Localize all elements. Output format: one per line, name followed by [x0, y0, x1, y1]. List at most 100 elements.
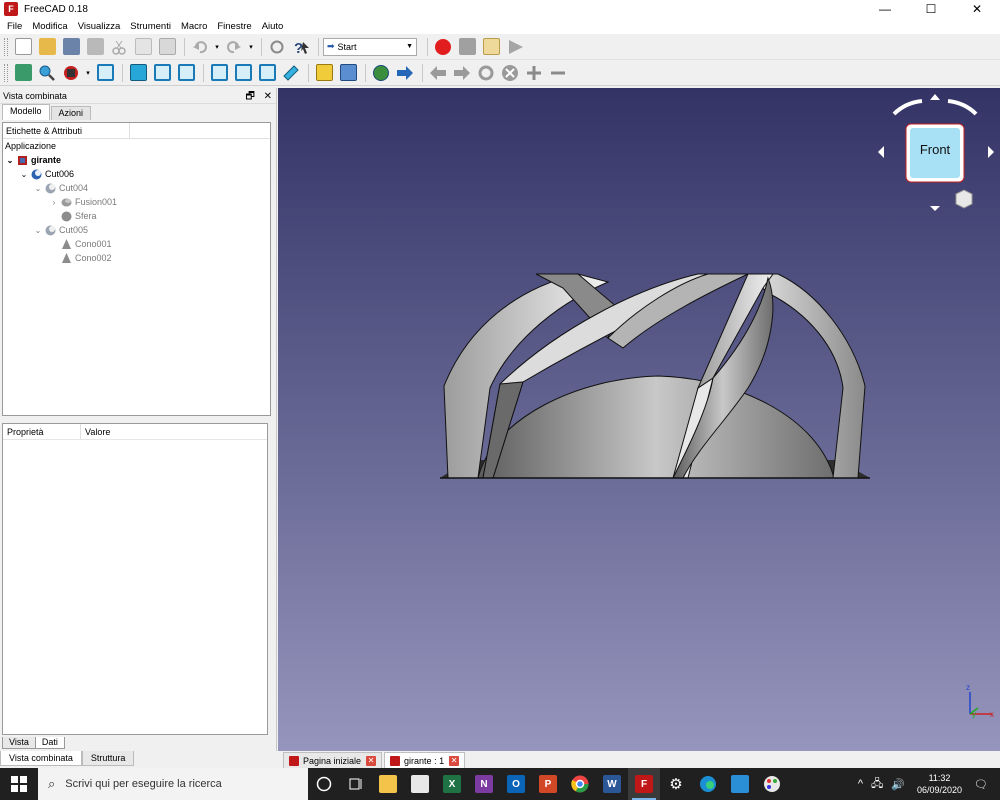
- volume-icon[interactable]: 🔊: [891, 778, 905, 791]
- top-view-icon[interactable]: [151, 62, 173, 84]
- redo-icon[interactable]: [223, 36, 245, 58]
- tray-chevron-up-icon[interactable]: ^: [858, 778, 863, 790]
- edit-macro-icon[interactable]: [480, 36, 502, 58]
- menu-finestre[interactable]: Finestre: [212, 21, 256, 32]
- bottom-view-icon[interactable]: [232, 62, 254, 84]
- right-view-icon[interactable]: [175, 62, 197, 84]
- network-icon[interactable]: 🖧: [871, 775, 883, 794]
- isometric-view-icon[interactable]: [94, 62, 116, 84]
- navicube-up-arrow-icon[interactable]: [930, 94, 940, 100]
- navicube-down-arrow-icon[interactable]: [930, 206, 940, 211]
- navicube-left-arrow-icon[interactable]: [878, 146, 884, 158]
- tab-vista-combinata[interactable]: Vista combinata: [0, 751, 82, 766]
- outlook-icon[interactable]: O: [500, 768, 532, 800]
- tree-item-girante[interactable]: ⌄ girante: [3, 153, 270, 167]
- web-back-icon[interactable]: [427, 62, 449, 84]
- cortana-icon[interactable]: [308, 768, 340, 800]
- web-home-icon[interactable]: [370, 62, 392, 84]
- tree-item-cono002[interactable]: Cono002: [3, 251, 270, 265]
- zoom-out-icon[interactable]: [547, 62, 569, 84]
- tree-item-cono001[interactable]: Cono001: [3, 237, 270, 251]
- navicube-face-front[interactable]: Front: [910, 142, 960, 157]
- tab-girante[interactable]: girante : 1 ✕: [384, 752, 466, 768]
- undo-icon[interactable]: [189, 36, 211, 58]
- web-refresh-icon[interactable]: [475, 62, 497, 84]
- onenote-icon[interactable]: N: [468, 768, 500, 800]
- tab-struttura[interactable]: Struttura: [81, 751, 135, 766]
- expand-icon[interactable]: ⌄: [33, 184, 43, 193]
- workbench-selector[interactable]: ➡ Start ▼: [323, 37, 417, 56]
- whats-this-icon[interactable]: ?: [290, 36, 312, 58]
- draw-style-icon[interactable]: [60, 62, 82, 84]
- menu-aiuto[interactable]: Aiuto: [257, 21, 289, 32]
- word-icon[interactable]: W: [596, 768, 628, 800]
- undo-dropdown-icon[interactable]: ▾: [213, 36, 221, 58]
- cut-icon[interactable]: [108, 36, 130, 58]
- menu-strumenti[interactable]: Strumenti: [125, 21, 176, 32]
- tab-dati[interactable]: Dati: [34, 737, 65, 749]
- toolbar-grip[interactable]: [4, 63, 8, 82]
- save-icon[interactable]: [60, 36, 82, 58]
- paste-icon[interactable]: [156, 36, 178, 58]
- measure-distance-icon[interactable]: [280, 62, 302, 84]
- fit-selection-icon[interactable]: [36, 62, 58, 84]
- rear-view-icon[interactable]: [208, 62, 230, 84]
- menu-file[interactable]: File: [2, 21, 27, 32]
- fit-all-icon[interactable]: [12, 62, 34, 84]
- menu-modifica[interactable]: Modifica: [27, 21, 72, 32]
- edge-icon[interactable]: [692, 768, 724, 800]
- notifications-icon[interactable]: 🗨: [974, 778, 988, 791]
- expand-icon[interactable]: ⌄: [5, 156, 15, 165]
- panel-close-icon[interactable]: ✕: [264, 91, 272, 102]
- front-view-icon[interactable]: [127, 62, 149, 84]
- menu-visualizza[interactable]: Visualizza: [73, 21, 126, 32]
- minimize-button[interactable]: —: [862, 0, 908, 18]
- left-view-icon[interactable]: [256, 62, 278, 84]
- navicube-right-arrow-icon[interactable]: [988, 146, 994, 158]
- navicube-mini-cube-icon[interactable]: [955, 189, 973, 209]
- freecad-taskbar-icon[interactable]: F: [628, 768, 660, 800]
- expand-icon[interactable]: ›: [49, 198, 59, 207]
- tab-vista[interactable]: Vista: [2, 737, 36, 749]
- tab-close-icon[interactable]: ✕: [366, 755, 377, 766]
- web-forward-icon[interactable]: [451, 62, 473, 84]
- clock[interactable]: 11:32 06/09/2020: [917, 772, 962, 796]
- stop-macro-icon[interactable]: [456, 36, 478, 58]
- property-column-header[interactable]: Proprietà: [3, 427, 44, 437]
- tab-azioni[interactable]: Azioni: [50, 106, 92, 120]
- navicube-controls[interactable]: [866, 92, 1000, 222]
- tree-column-header[interactable]: Etichette & Attributi: [6, 123, 130, 138]
- store-icon[interactable]: [404, 768, 436, 800]
- expand-icon[interactable]: ⌄: [33, 226, 43, 235]
- zoom-in-icon[interactable]: [523, 62, 545, 84]
- tree-item-fusion001[interactable]: › Fusion001: [3, 195, 270, 209]
- tree-item-cut006[interactable]: ⌄ Cut006: [3, 167, 270, 181]
- laptop-app-icon[interactable]: [724, 768, 756, 800]
- record-macro-icon[interactable]: [432, 36, 454, 58]
- powerpoint-icon[interactable]: P: [532, 768, 564, 800]
- copy-icon[interactable]: [132, 36, 154, 58]
- expand-icon[interactable]: ⌄: [19, 170, 29, 179]
- tab-modello[interactable]: Modello: [2, 104, 50, 120]
- redo-dropdown-icon[interactable]: ▾: [247, 36, 255, 58]
- tab-pagina-iniziale[interactable]: Pagina iniziale ✕: [283, 752, 383, 768]
- undock-icon[interactable]: 🗗: [245, 91, 254, 102]
- toolbar-grip[interactable]: [4, 37, 8, 56]
- close-button[interactable]: ✕: [954, 0, 1000, 18]
- value-column-header[interactable]: Valore: [81, 427, 110, 437]
- new-file-icon[interactable]: [12, 36, 34, 58]
- maximize-button[interactable]: ☐: [908, 0, 954, 18]
- task-view-icon[interactable]: [340, 768, 372, 800]
- tab-close-icon[interactable]: ✕: [449, 755, 460, 766]
- menu-macro[interactable]: Macro: [176, 21, 212, 32]
- rotate-right-icon[interactable]: [947, 99, 978, 116]
- 3d-viewport[interactable]: Front z y x: [278, 88, 1000, 751]
- file-explorer-icon[interactable]: [372, 768, 404, 800]
- excel-icon[interactable]: X: [436, 768, 468, 800]
- start-button[interactable]: [0, 768, 38, 800]
- tree-item-cut005[interactable]: ⌄ Cut005: [3, 223, 270, 237]
- create-group-icon[interactable]: [337, 62, 359, 84]
- rotate-left-icon[interactable]: [892, 99, 923, 116]
- settings-icon[interactable]: ⚙: [660, 768, 692, 800]
- web-go-icon[interactable]: [394, 62, 416, 84]
